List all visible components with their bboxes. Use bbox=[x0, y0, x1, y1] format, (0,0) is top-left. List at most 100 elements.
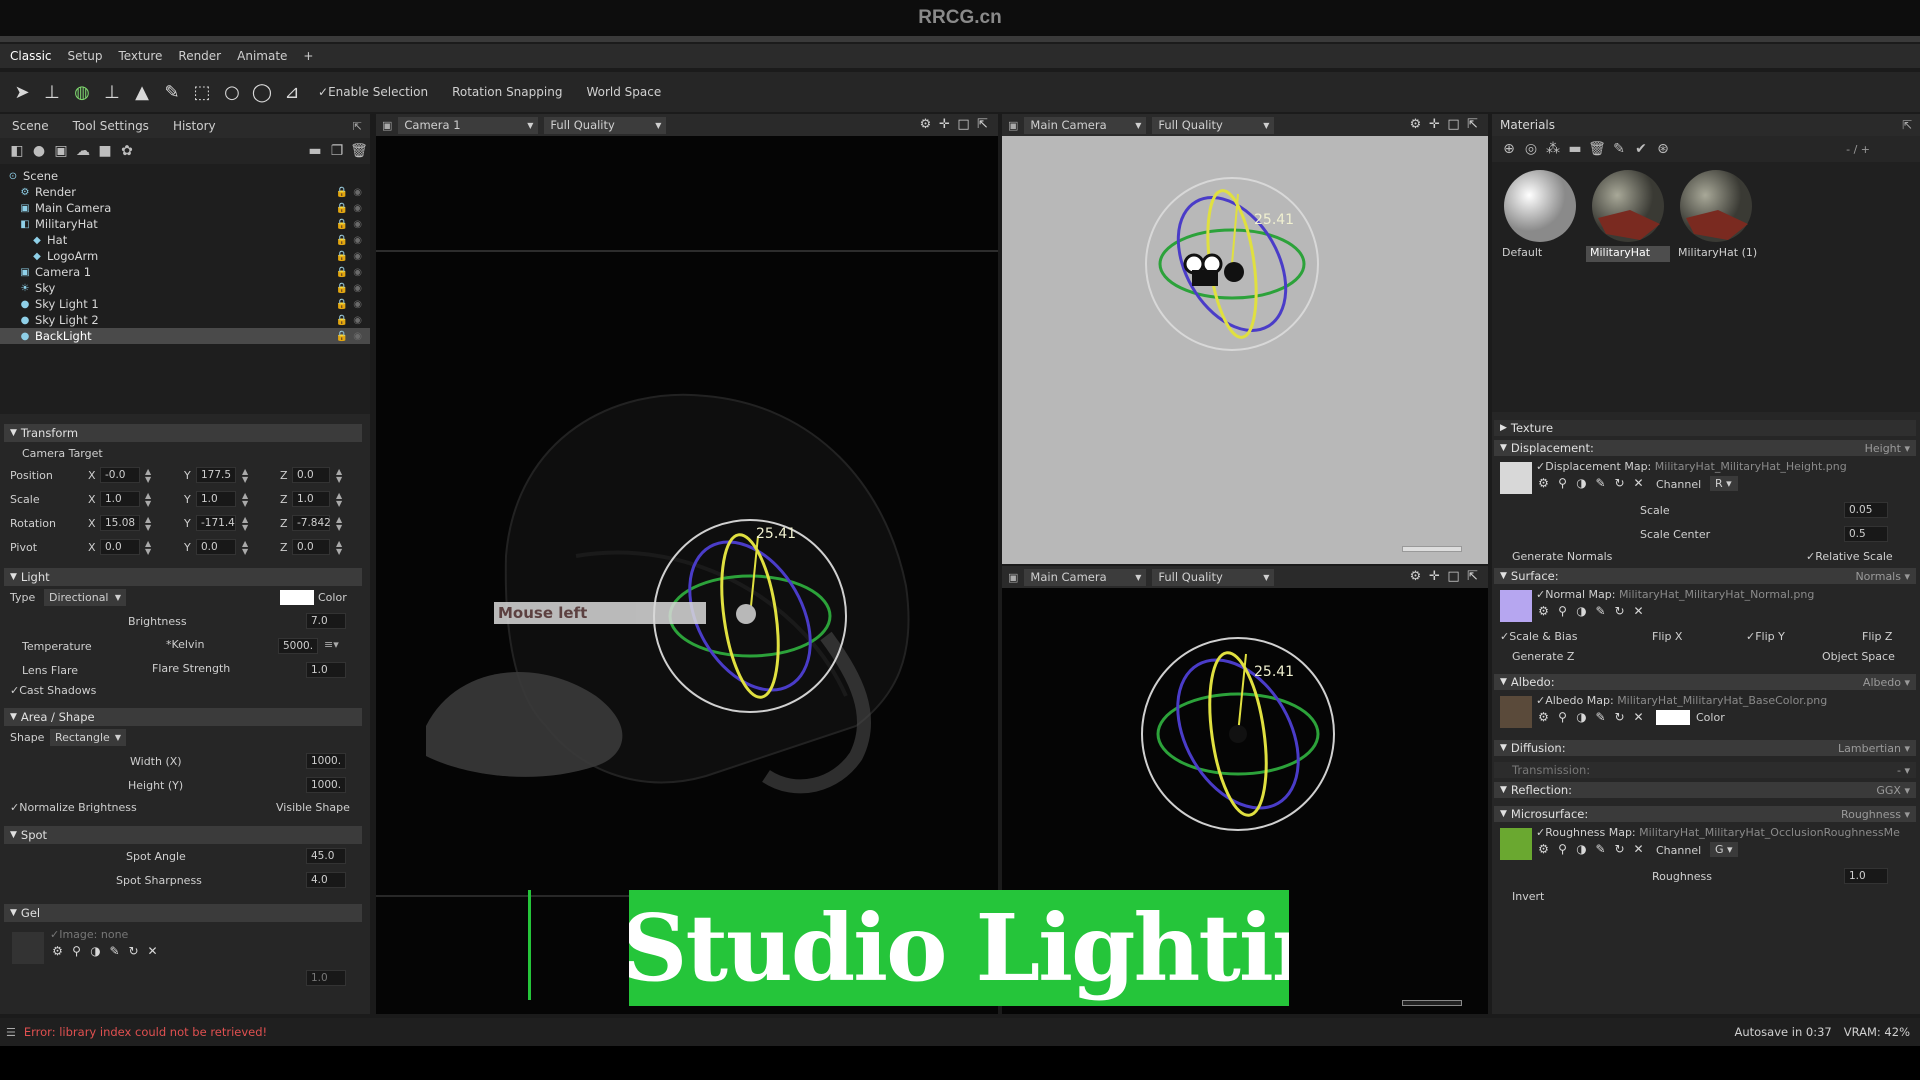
displacement-channel-dropdown[interactable]: R ▾ bbox=[1710, 476, 1738, 491]
lock-icon[interactable]: 🔒 bbox=[336, 203, 348, 214]
lock-icon[interactable]: 🔒 bbox=[336, 235, 348, 246]
scene-tree-item[interactable]: ◧ MilitaryHat 🔒 ◉ bbox=[0, 216, 370, 232]
diffusion-mode-dropdown[interactable]: Lambertian ▾ bbox=[1838, 742, 1910, 755]
viewport-main-camera-top[interactable]: ▣ Main Camera ▼ Full Quality ▼ ⚙ ✛ □ ⇱ 25.41 bbox=[1002, 114, 1488, 564]
search-icon[interactable]: ⚲ bbox=[1553, 710, 1572, 724]
scale-y-field[interactable]: 1.0 bbox=[196, 491, 236, 507]
world-space-toggle[interactable]: World Space bbox=[586, 85, 661, 99]
microsurface-section-header[interactable]: ▼ Microsurface: Roughness ▾ bbox=[1494, 806, 1916, 822]
pivot-x-field[interactable]: 0.0 bbox=[100, 539, 140, 555]
gear-icon[interactable]: ⚙ bbox=[1406, 569, 1425, 584]
gear-icon[interactable]: ⚙ bbox=[916, 117, 935, 132]
normal-map-thumbnail[interactable] bbox=[1500, 590, 1532, 622]
scale-z-field[interactable]: 1.0 bbox=[292, 491, 330, 507]
spinner-icon[interactable]: ▲ ▼ bbox=[145, 540, 151, 556]
flip-x-checkbox[interactable]: Flip X bbox=[1652, 630, 1682, 643]
scale-bias-checkbox[interactable]: ✓Scale & Bias bbox=[1500, 630, 1577, 643]
add-group-icon[interactable]: ✿ bbox=[116, 143, 138, 159]
invert-checkbox[interactable]: Invert bbox=[1512, 890, 1544, 903]
spot-sharpness-field[interactable]: 4.0 bbox=[306, 872, 346, 888]
scene-tree-item[interactable]: ◆ LogoArm 🔒 ◉ bbox=[0, 248, 370, 264]
spinner-icon[interactable]: ▲ ▼ bbox=[145, 516, 151, 532]
check-icon[interactable]: ✔ bbox=[1630, 141, 1652, 157]
maximize-icon[interactable]: □ bbox=[1444, 117, 1463, 132]
close-icon[interactable]: ✕ bbox=[1629, 604, 1648, 618]
menu-texture[interactable]: Texture bbox=[118, 49, 162, 63]
displacement-thumbnail[interactable] bbox=[1500, 462, 1532, 494]
rotation-y-field[interactable]: -171.4 bbox=[196, 515, 236, 531]
quality-dropdown[interactable]: Full Quality ▼ bbox=[1152, 568, 1275, 586]
reload-icon[interactable]: ↻ bbox=[124, 944, 143, 958]
roughness-field[interactable]: 1.0 bbox=[1844, 868, 1888, 884]
generate-z-checkbox[interactable]: Generate Z bbox=[1512, 650, 1574, 663]
camera-dropdown[interactable]: Main Camera ▼ bbox=[1024, 568, 1147, 586]
material-item-default[interactable]: Default bbox=[1498, 166, 1582, 262]
globe-icon[interactable]: ⊛ bbox=[1652, 141, 1674, 157]
poly-lasso-icon[interactable]: ⊿ bbox=[278, 78, 306, 106]
menu-render[interactable]: Render bbox=[178, 49, 221, 63]
albedo-mode-dropdown[interactable]: Albedo ▾ bbox=[1863, 676, 1910, 689]
position-z-field[interactable]: 0.0 bbox=[292, 467, 330, 483]
camera-target-label[interactable]: Camera Target bbox=[22, 447, 103, 460]
microsurface-mode-dropdown[interactable]: Roughness ▾ bbox=[1841, 808, 1910, 821]
circle-select-icon[interactable]: ○ bbox=[218, 78, 246, 106]
gear-icon[interactable]: ⚙ bbox=[1534, 842, 1553, 856]
tab-history[interactable]: History bbox=[161, 119, 228, 133]
move-icon[interactable]: ✛ bbox=[1425, 117, 1444, 132]
viewport-camera-1[interactable]: ▣ Camera 1 ▼ Full Quality ▼ ⚙ ✛ □ ⇱ 25.41 Mou… bbox=[376, 114, 1393, 1014]
spinner-icon[interactable]: ▲ ▼ bbox=[336, 540, 342, 556]
lock-icon[interactable]: 🔒 bbox=[336, 315, 348, 326]
texture-section-header[interactable]: ▶ Texture bbox=[1494, 420, 1916, 436]
viewport-camera-icon[interactable]: ▣ bbox=[382, 119, 392, 132]
transmission-mode-dropdown[interactable]: - ▾ bbox=[1897, 764, 1910, 777]
area-section-header[interactable]: ▼ Area / Shape bbox=[4, 708, 362, 726]
scene-tree-item[interactable]: ▣ Main Camera 🔒 ◉ bbox=[0, 200, 370, 216]
visibility-icon[interactable]: ◉ bbox=[353, 283, 362, 294]
eyedropper-icon[interactable]: ✎ bbox=[1591, 710, 1610, 724]
scale-icon[interactable]: ⊥ bbox=[98, 78, 126, 106]
lock-icon[interactable]: 🔒 bbox=[336, 283, 348, 294]
lasso-icon[interactable]: ◯ bbox=[248, 78, 276, 106]
spinner-icon[interactable]: ▲ ▼ bbox=[242, 540, 248, 556]
menu-setup[interactable]: Setup bbox=[68, 49, 103, 63]
pivot-z-field[interactable]: 0.0 bbox=[292, 539, 330, 555]
add-object-icon[interactable]: ◧ bbox=[6, 143, 28, 159]
scene-tree-item[interactable]: ⚙ Render 🔒 ◉ bbox=[0, 184, 370, 200]
gel-value-field[interactable]: 1.0 bbox=[306, 970, 346, 986]
rotate-gizmo-icon[interactable]: ◍ bbox=[68, 78, 96, 106]
spinner-icon[interactable]: ▲ ▼ bbox=[336, 492, 342, 508]
visibility-icon[interactable]: ◉ bbox=[353, 251, 362, 262]
diffusion-section-header[interactable]: ▼ Diffusion: Lambertian ▾ bbox=[1494, 740, 1916, 756]
channel-icon[interactable]: ◑ bbox=[1572, 476, 1591, 490]
rotation-gizmo[interactable] bbox=[1142, 174, 1322, 354]
scene-tree-item[interactable]: ◆ Hat 🔒 ◉ bbox=[0, 232, 370, 248]
displacement-mode-dropdown[interactable]: Height ▾ bbox=[1865, 442, 1910, 455]
popout-icon[interactable]: ⇱ bbox=[973, 117, 992, 132]
enable-selection-toggle[interactable]: ✓Enable Selection bbox=[318, 85, 428, 99]
channel-icon[interactable]: ◑ bbox=[1572, 842, 1591, 856]
spinner-icon[interactable]: ▲ ▼ bbox=[242, 492, 248, 508]
tab-tool-settings[interactable]: Tool Settings bbox=[61, 119, 161, 133]
spinner-icon[interactable]: ▲ ▼ bbox=[336, 468, 342, 484]
spot-angle-field[interactable]: 45.0 bbox=[306, 848, 346, 864]
transform-icon[interactable]: ⊥ bbox=[38, 78, 66, 106]
scale-x-field[interactable]: 1.0 bbox=[100, 491, 140, 507]
normalize-checkbox[interactable]: ✓Normalize Brightness bbox=[10, 801, 137, 814]
duplicate-icon[interactable]: ❐ bbox=[326, 143, 348, 159]
add-light-icon[interactable]: ● bbox=[28, 143, 50, 159]
lock-icon[interactable]: 🔒 bbox=[336, 331, 348, 342]
height-field[interactable]: 1000. bbox=[306, 777, 346, 793]
scene-tree-item[interactable]: ▣ Camera 1 🔒 ◉ bbox=[0, 264, 370, 280]
albedo-color-swatch[interactable] bbox=[1656, 710, 1690, 725]
spinner-icon[interactable]: ▲ ▼ bbox=[145, 492, 151, 508]
scene-tree-item[interactable]: ⊙ Scene bbox=[0, 168, 370, 184]
duplicate-material-icon[interactable]: ◎ bbox=[1520, 141, 1542, 157]
displacement-section-header[interactable]: ▼ Displacement: Height ▾ bbox=[1494, 440, 1916, 456]
folder-icon[interactable]: ▬ bbox=[304, 143, 326, 159]
move-icon[interactable]: ✛ bbox=[1425, 569, 1444, 584]
menu-animate[interactable]: Animate bbox=[237, 49, 287, 63]
position-y-field[interactable]: 177.5 bbox=[196, 467, 236, 483]
maximize-icon[interactable]: □ bbox=[954, 117, 973, 132]
lock-icon[interactable]: 🔒 bbox=[336, 187, 348, 198]
rotation-gizmo[interactable] bbox=[1138, 634, 1338, 834]
